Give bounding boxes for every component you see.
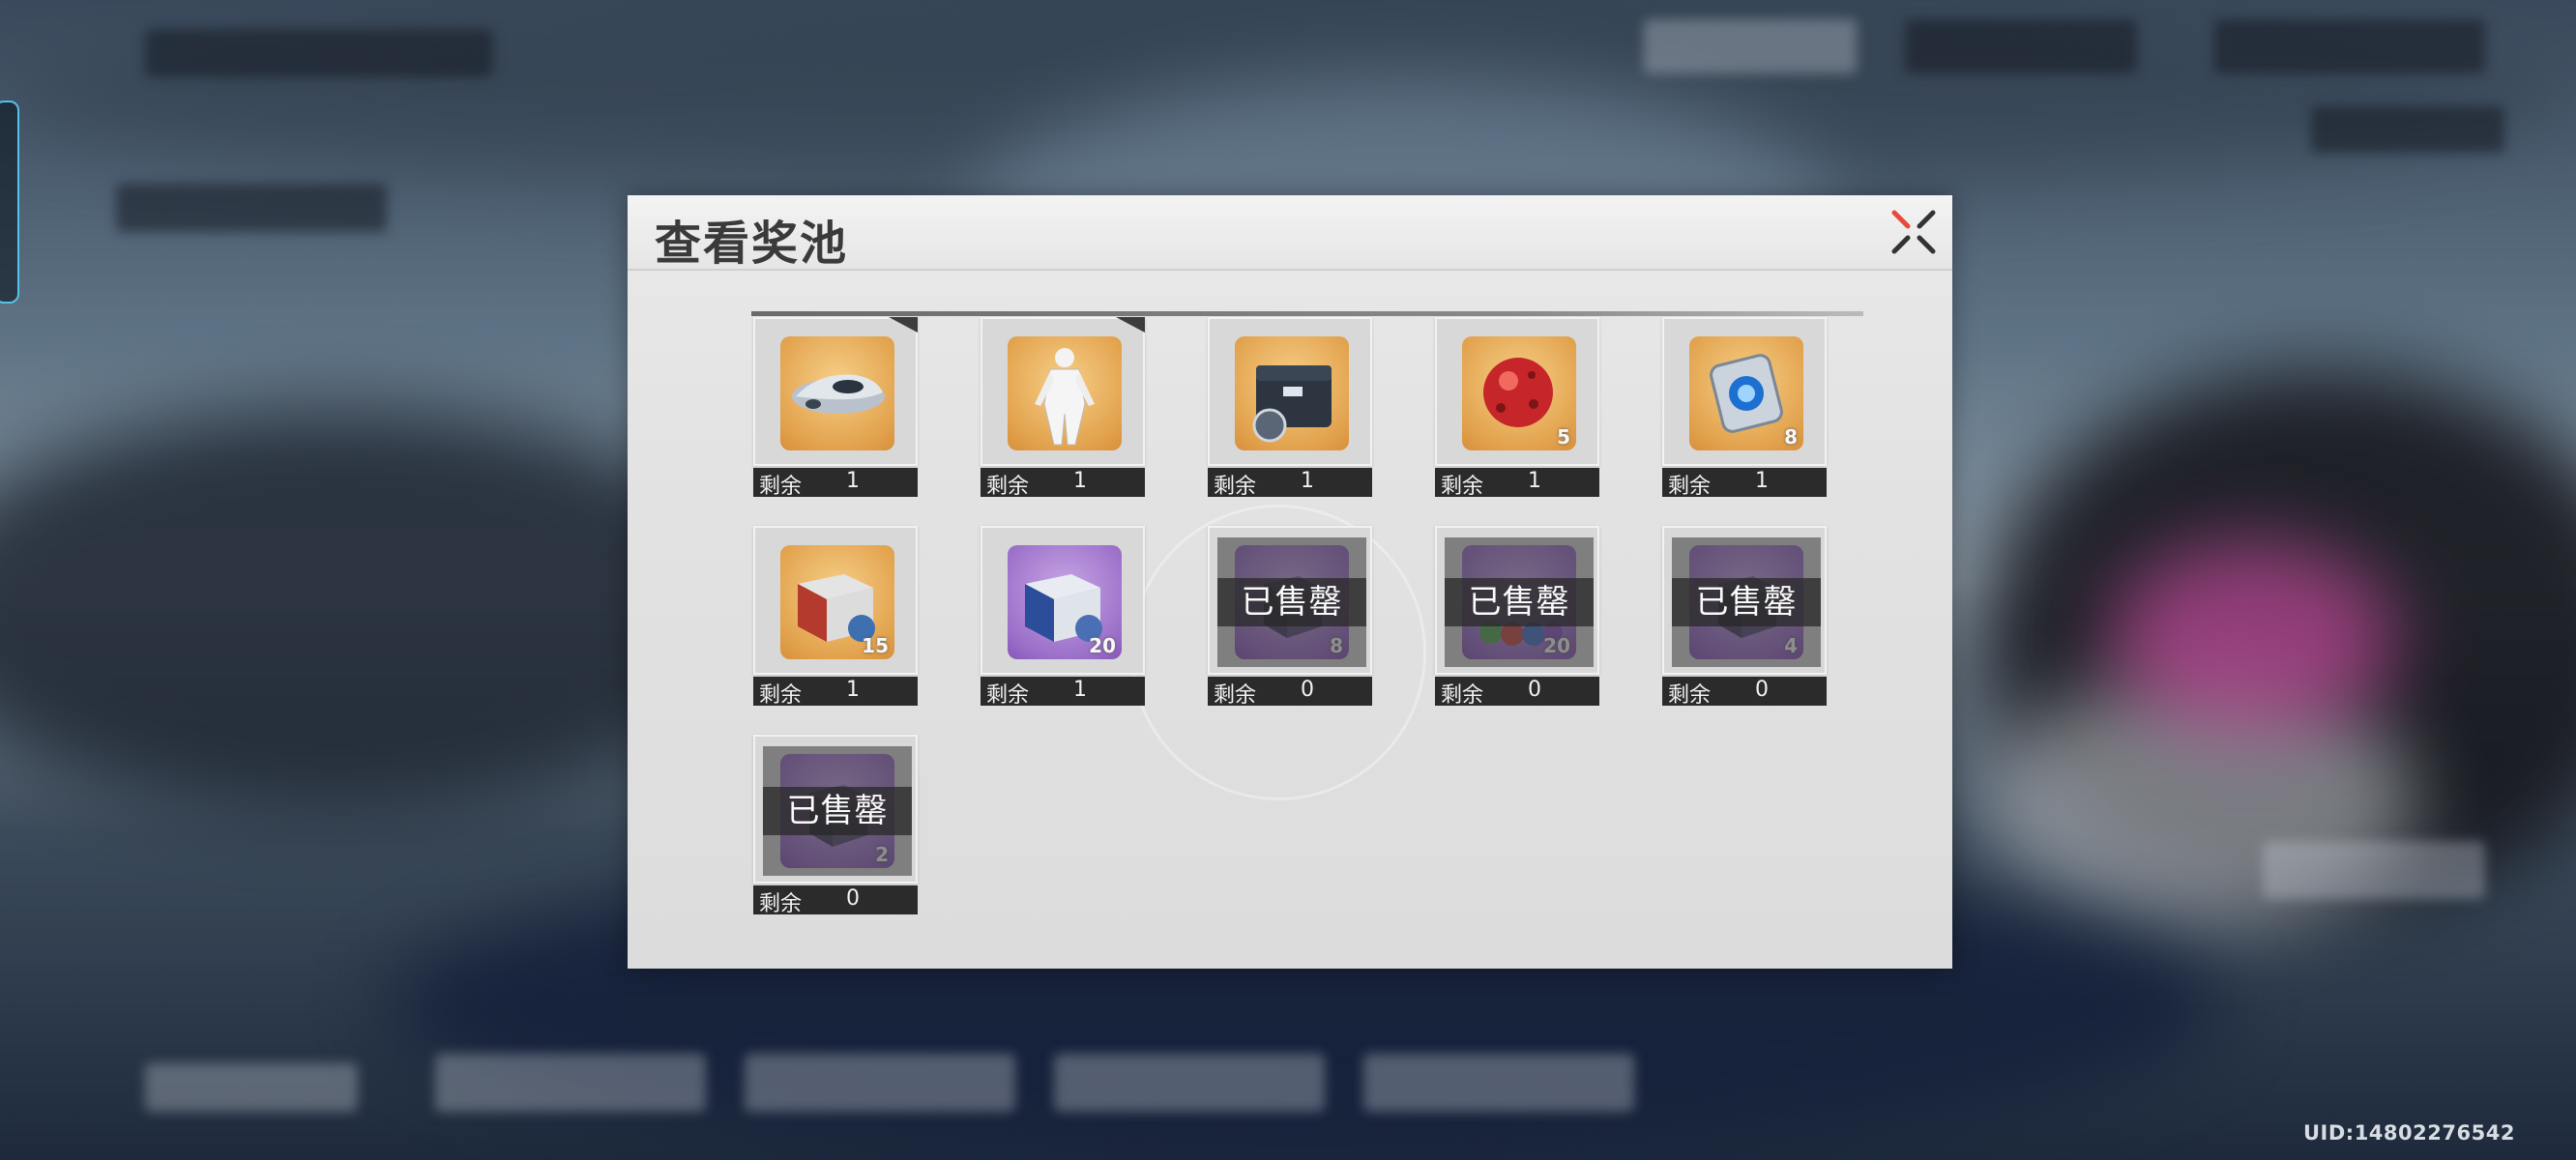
uid-label: UID:14802276542 — [2303, 1121, 2515, 1145]
remaining-bar: 剩余 1 — [981, 468, 1145, 499]
sold-out-label: 已售罄 — [1445, 578, 1594, 626]
sold-out-label: 已售罄 — [1672, 578, 1821, 626]
sold-out-label: 已售罄 — [1217, 578, 1366, 626]
item-frame: 20 — [981, 526, 1145, 675]
remaining-bar: 剩余 1 — [753, 468, 918, 499]
remaining-label: 剩余 — [1441, 475, 1484, 499]
list-top-edge — [751, 311, 1863, 316]
remaining-count: 1 — [1528, 469, 1541, 493]
item-quantity: 15 — [862, 634, 889, 657]
remaining-label: 剩余 — [1214, 683, 1257, 708]
supply-crate-icon — [1235, 336, 1349, 450]
remaining-count: 0 — [1301, 678, 1314, 702]
remaining-bar: 剩余 0 — [1435, 677, 1599, 708]
item-frame: 5 — [1435, 317, 1599, 466]
remaining-bar: 剩余 0 — [753, 885, 918, 916]
item-quantity: 20 — [1089, 634, 1116, 657]
prize-pool-dialog: 查看奖池 剩余1剩余1剩余15剩余18剩余115剩余120剩余18已售罄剩余02… — [628, 195, 1952, 969]
red-box-icon: 15 — [780, 545, 894, 659]
remaining-count: 0 — [846, 886, 860, 911]
remaining-count: 1 — [1073, 678, 1087, 702]
item-frame — [1208, 317, 1372, 466]
item-frame: 8 — [1662, 317, 1827, 466]
remaining-label: 剩余 — [1214, 475, 1257, 499]
corner-marker — [1116, 317, 1145, 333]
prize-item[interactable]: 8已售罄剩余 0 — [1208, 526, 1372, 708]
remaining-bar: 剩余 0 — [1208, 677, 1372, 708]
remaining-count: 1 — [1073, 469, 1087, 493]
dialog-header: 查看奖池 — [628, 195, 1952, 271]
remaining-label: 剩余 — [759, 892, 803, 916]
prize-item[interactable]: 20 剩余 1 — [981, 526, 1145, 708]
remaining-label: 剩余 — [759, 683, 803, 708]
remaining-label: 剩余 — [1668, 475, 1712, 499]
prize-item[interactable]: 5 剩余 1 — [1435, 317, 1599, 499]
remaining-label: 剩余 — [759, 475, 803, 499]
prize-item[interactable]: 20已售罄剩余 0 — [1435, 526, 1599, 708]
prize-item[interactable]: 剩余 1 — [1208, 317, 1372, 499]
remaining-count: 0 — [1755, 678, 1769, 702]
vehicle-icon — [780, 336, 894, 450]
remaining-count: 1 — [846, 469, 860, 493]
item-quantity: 5 — [1557, 425, 1570, 449]
item-quantity: 8 — [1784, 425, 1798, 449]
remaining-count: 1 — [846, 678, 860, 702]
prize-item[interactable]: 4已售罄剩余 0 — [1662, 526, 1827, 708]
remaining-label: 剩余 — [1668, 683, 1712, 708]
item-frame — [981, 317, 1145, 466]
item-frame: 15 — [753, 526, 918, 675]
prize-item[interactable]: 8 剩余 1 — [1662, 317, 1827, 499]
item-frame: 20已售罄 — [1435, 526, 1599, 675]
item-frame: 2已售罄 — [753, 735, 918, 884]
remaining-label: 剩余 — [1441, 683, 1484, 708]
remaining-count: 1 — [1755, 469, 1769, 493]
dialog-title: 查看奖池 — [655, 217, 849, 271]
item-frame — [753, 317, 918, 466]
prize-item[interactable]: 15 剩余 1 — [753, 526, 918, 708]
remaining-count: 0 — [1528, 678, 1541, 702]
prize-item[interactable]: 剩余 1 — [981, 317, 1145, 499]
remaining-label: 剩余 — [986, 475, 1030, 499]
remaining-count: 1 — [1301, 469, 1314, 493]
remaining-bar: 剩余 1 — [1208, 468, 1372, 499]
sold-out-label: 已售罄 — [763, 787, 912, 835]
close-button[interactable] — [1887, 205, 1941, 259]
prize-item[interactable]: 2已售罄剩余 0 — [753, 735, 918, 916]
side-panel-tab[interactable] — [0, 101, 19, 304]
remaining-label: 剩余 — [986, 683, 1030, 708]
corner-marker — [889, 317, 918, 333]
outfit-icon — [1008, 336, 1122, 450]
remaining-bar: 剩余 1 — [753, 677, 918, 708]
blue-box-icon: 20 — [1008, 545, 1122, 659]
remaining-bar: 剩余 1 — [1662, 468, 1827, 499]
close-icon — [1891, 210, 1936, 254]
blue-core-icon: 8 — [1689, 336, 1803, 450]
remaining-bar: 剩余 1 — [981, 677, 1145, 708]
red-orb-icon: 5 — [1462, 336, 1576, 450]
item-frame: 4已售罄 — [1662, 526, 1827, 675]
remaining-bar: 剩余 0 — [1662, 677, 1827, 708]
remaining-bar: 剩余 1 — [1435, 468, 1599, 499]
item-frame: 8已售罄 — [1208, 526, 1372, 675]
prize-item[interactable]: 剩余 1 — [753, 317, 918, 499]
